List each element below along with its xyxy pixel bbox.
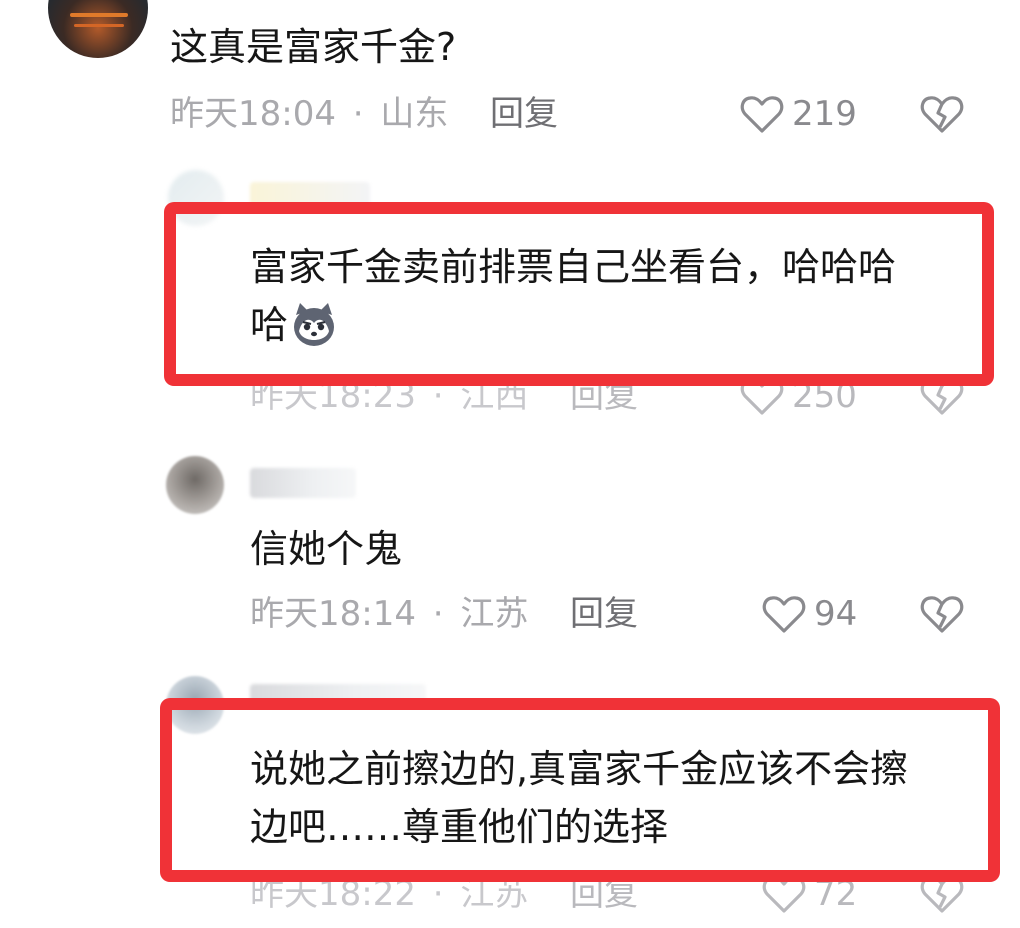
heart-outline-icon bbox=[740, 96, 784, 133]
comment-location: 山东 bbox=[380, 94, 449, 134]
comment-meta: 昨天18:04 · 山东 bbox=[170, 94, 448, 134]
comment-text: 信她个鬼 bbox=[250, 527, 403, 571]
avatar[interactable] bbox=[166, 456, 224, 514]
username-blurred bbox=[250, 468, 356, 498]
broken-heart-icon bbox=[920, 596, 964, 633]
like-button[interactable]: 94 bbox=[762, 594, 857, 634]
comment-text: 这真是富家千金? bbox=[170, 25, 457, 69]
like-button[interactable]: 219 bbox=[740, 94, 857, 134]
like-count: 94 bbox=[814, 594, 858, 634]
separator: · bbox=[352, 94, 364, 134]
comment-meta: 昨天18:14 · 江苏 bbox=[250, 594, 528, 634]
like-count: 219 bbox=[792, 94, 857, 134]
highlight-box bbox=[160, 698, 1000, 882]
separator: · bbox=[432, 594, 444, 634]
reply-button[interactable]: 回复 bbox=[490, 94, 558, 134]
comment-time: 昨天18:14 bbox=[250, 594, 416, 634]
dislike-button[interactable] bbox=[920, 94, 964, 138]
broken-heart-icon bbox=[920, 96, 964, 133]
dislike-button[interactable] bbox=[920, 594, 964, 638]
highlight-box bbox=[164, 202, 994, 386]
reply-button[interactable]: 回复 bbox=[570, 594, 638, 634]
comment-time: 昨天18:04 bbox=[170, 94, 336, 134]
heart-outline-icon bbox=[762, 596, 806, 633]
comment-location: 江苏 bbox=[460, 594, 529, 634]
avatar[interactable] bbox=[48, 0, 148, 58]
